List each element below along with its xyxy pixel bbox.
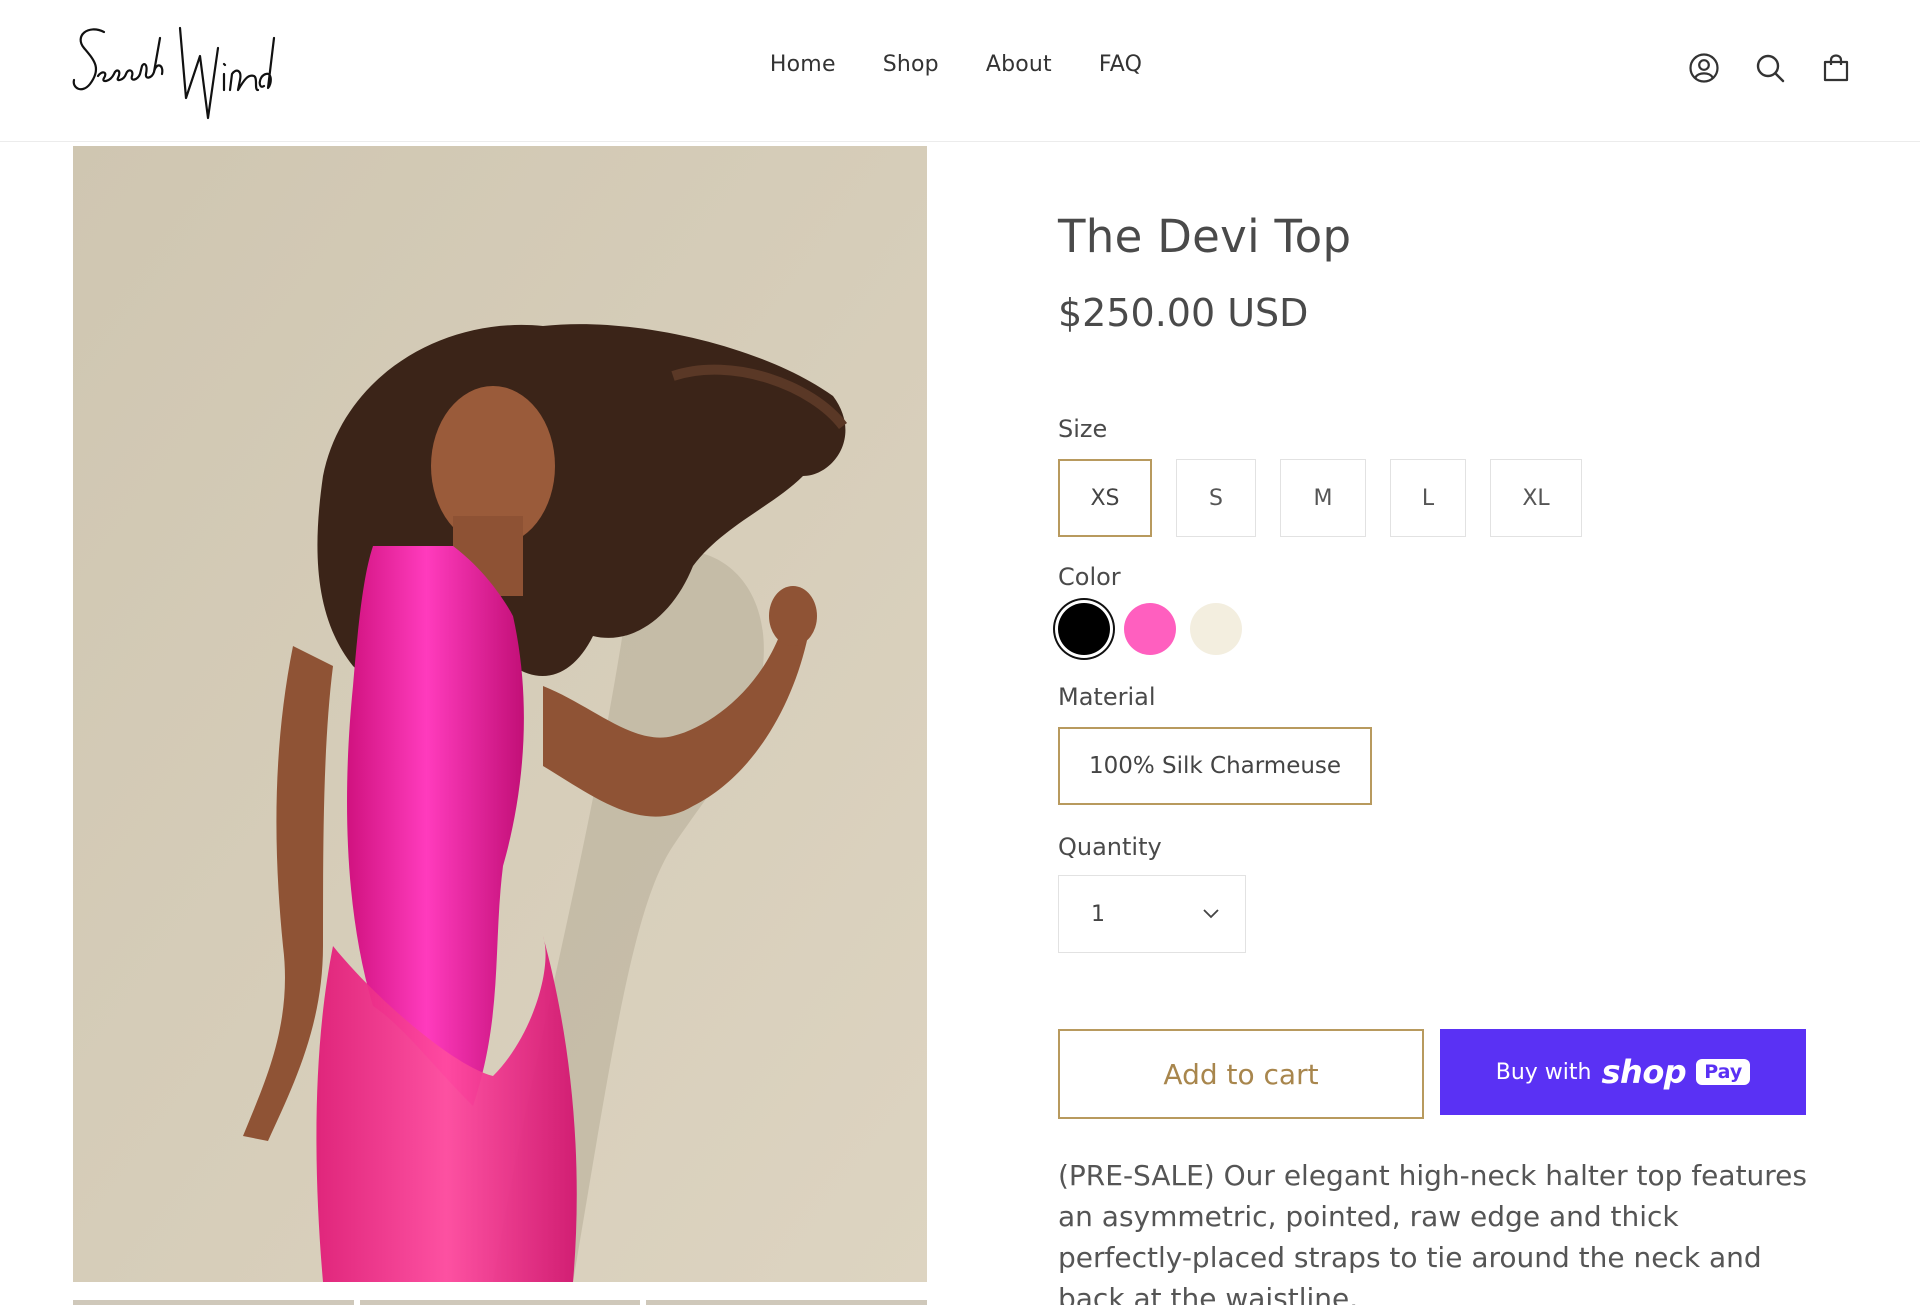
- shop-pay-button[interactable]: Buy with shop Pay: [1440, 1029, 1806, 1115]
- nav-shop[interactable]: Shop: [883, 52, 939, 77]
- chevron-down-icon: [1203, 909, 1219, 919]
- pay-badge: Pay: [1696, 1059, 1751, 1085]
- product-description: (PRE-SALE) Our elegant high-neck halter …: [1058, 1159, 1807, 1305]
- quantity-label: Quantity: [1058, 833, 1162, 861]
- nav-faq[interactable]: FAQ: [1099, 52, 1142, 77]
- size-option-xs[interactable]: XS: [1058, 459, 1152, 537]
- size-option-m[interactable]: M: [1280, 459, 1366, 537]
- cart-icon[interactable]: [1820, 52, 1852, 84]
- main-nav: Home Shop About FAQ: [0, 52, 1920, 77]
- size-option-xl[interactable]: XL: [1490, 459, 1582, 537]
- product-photo: [73, 146, 927, 1282]
- size-option-s[interactable]: S: [1176, 459, 1256, 537]
- nav-about[interactable]: About: [986, 52, 1052, 77]
- color-swatch-black[interactable]: [1058, 603, 1110, 655]
- size-options: XS S M L XL: [1058, 459, 1818, 537]
- quantity-value: 1: [1091, 901, 1105, 927]
- quantity-select[interactable]: 1: [1058, 875, 1246, 953]
- color-swatch-cream[interactable]: [1190, 603, 1242, 655]
- color-options: [1058, 603, 1818, 655]
- color-swatch-pink[interactable]: [1124, 603, 1176, 655]
- thumbnail[interactable]: [646, 1300, 928, 1305]
- add-to-cart-button[interactable]: Add to cart: [1058, 1029, 1424, 1119]
- thumbnail[interactable]: [359, 1300, 641, 1305]
- shop-pay-logo: shop: [1601, 1053, 1687, 1091]
- account-icon[interactable]: [1688, 52, 1720, 84]
- color-label: Color: [1058, 563, 1121, 591]
- size-option-l[interactable]: L: [1390, 459, 1466, 537]
- material-label: Material: [1058, 683, 1156, 711]
- header-icons: [1688, 52, 1852, 84]
- thumbnail-strip[interactable]: [73, 1300, 928, 1305]
- nav-home[interactable]: Home: [770, 52, 836, 77]
- product-info: The Devi Top $250.00 USD Size XS S M L X…: [1058, 210, 1818, 1305]
- purchase-buttons: Add to cart Buy with shop Pay: [1058, 1029, 1818, 1119]
- material-option[interactable]: 100% Silk Charmeuse: [1058, 727, 1372, 805]
- product-title: The Devi Top: [1058, 210, 1352, 263]
- search-icon[interactable]: [1754, 52, 1786, 84]
- site-header: Home Shop About FAQ: [0, 0, 1920, 142]
- product-image[interactable]: [73, 146, 927, 1282]
- buy-with-label: Buy with: [1495, 1059, 1592, 1085]
- thumbnail[interactable]: [73, 1300, 354, 1305]
- product-price: $250.00 USD: [1058, 291, 1309, 335]
- size-label: Size: [1058, 415, 1108, 443]
